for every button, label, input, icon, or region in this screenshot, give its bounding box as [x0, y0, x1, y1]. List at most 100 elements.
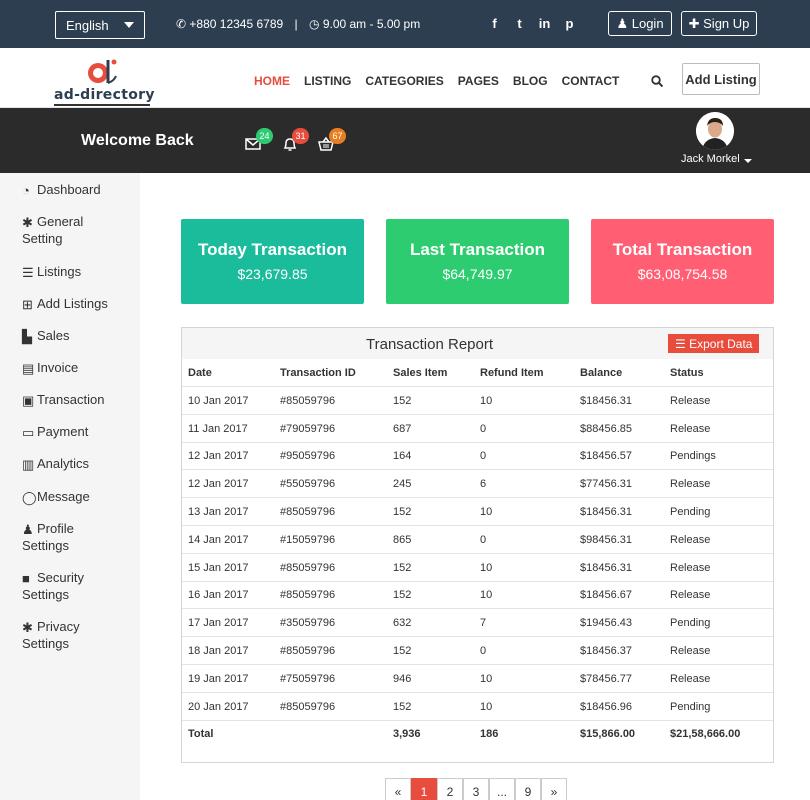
table-row: 12 Jan 2017 #55059796 245 6 $77456.31 Release: [182, 470, 773, 499]
sidebar-item-listings[interactable]: ☰ Listings: [22, 263, 81, 280]
sidebar-item-label: Add Listings: [37, 296, 108, 311]
sidebar-item-message[interactable]: ◯Message: [22, 488, 90, 505]
table-row: 16 Jan 2017 #85059796 152 10 $18456.67 Releas…: [182, 581, 773, 610]
table-cell: 3,936: [393, 728, 421, 741]
table-cell: 152: [393, 645, 412, 657]
table-cell: $21,58,666.00: [670, 728, 741, 741]
table-cell: 12 Jan 2017: [188, 478, 249, 491]
table-cell: 152: [393, 589, 412, 602]
language-select[interactable]: English: [55, 11, 145, 39]
sidebar-item-dashboard[interactable]: ◔ Dashboard: [22, 181, 101, 198]
pagination-page-2[interactable]: 2: [437, 778, 463, 800]
table-row: 14 Jan 2017 #15059796 865 0 $98456.31 Release: [182, 526, 773, 554]
sidebar-item-label-line2: Settings: [22, 587, 69, 602]
nav-pages[interactable]: PAGES: [458, 74, 499, 88]
logo-text[interactable]: ad-directory: [54, 87, 155, 103]
sidebar-item-label: Listings: [37, 264, 82, 279]
export-data-button[interactable]: ☰ Export Data: [668, 334, 759, 353]
table-header-row: Date Transaction ID Sales Item Refund Item B…: [182, 359, 773, 387]
nav-listing[interactable]: LISTING: [304, 74, 351, 88]
table-cell: #15059796: [280, 533, 336, 546]
sidebar-item-general-setting[interactable]: ✱ General Setting: [22, 213, 83, 247]
total-transaction-card: Total Transaction $63,08,754.58: [591, 219, 774, 304]
table-row: 13 Jan 2017 #85059796 152 10 $18456.31 Pendin…: [182, 498, 773, 526]
table-cell: Pending: [670, 617, 711, 630]
user-icon: ♟: [616, 16, 629, 31]
table-row: 20 Jan 2017 #85059796 152 10 $18456.96 Pendin…: [182, 693, 773, 721]
sidebar-item-label: Security: [37, 570, 84, 585]
list-icon: ☰: [22, 265, 34, 280]
logo-icon[interactable]: [84, 56, 124, 86]
pagination-page-3[interactable]: 3: [463, 778, 489, 800]
user-name[interactable]: Jack Morkel: [681, 153, 740, 165]
table-cell: 632: [393, 617, 412, 630]
logo-underline: [54, 104, 150, 106]
login-button[interactable]: ♟ Login: [608, 11, 672, 36]
table-cell: $88456.85: [580, 422, 632, 435]
nav-categories[interactable]: CATEGORIES: [365, 74, 443, 88]
caret-down-icon[interactable]: [744, 159, 752, 163]
phone-number: +880 12345 6789: [189, 17, 284, 31]
table-cell: $18456.31: [580, 506, 632, 518]
nav-contact[interactable]: CONTACT: [562, 74, 620, 88]
add-listing-button[interactable]: Add Listing: [682, 63, 760, 95]
sidebar-item-sales[interactable]: ▙ Sales: [22, 327, 70, 344]
separator: |: [294, 17, 298, 31]
table-cell: 0: [480, 422, 487, 435]
sidebar-item-profile-settings[interactable]: ♟ Profile Settings: [22, 520, 74, 554]
user-avatar[interactable]: [696, 112, 734, 150]
table-cell: 0: [480, 450, 487, 463]
nav-home[interactable]: HOME: [254, 74, 290, 88]
plus-icon: ✚: [688, 16, 700, 31]
table-cell: Release: [670, 533, 711, 546]
welcome-title: Welcome Back: [81, 132, 194, 149]
table-header-cell: Sales Item: [393, 367, 448, 379]
sidebar-item-invoice[interactable]: ▤ Invoice: [22, 359, 78, 376]
pinterest-icon[interactable]: p: [557, 16, 582, 31]
card-title: Total Transaction: [612, 240, 753, 259]
table-cell: Total: [188, 728, 214, 741]
sidebar-item-privacy-settings[interactable]: ✱ Privacy Settings: [22, 618, 80, 652]
today-transaction-card: Today Transaction $23,679.85: [181, 219, 364, 304]
card-title: Last Transaction: [409, 240, 546, 259]
table-cell: 10: [480, 589, 493, 602]
money-icon: ▣: [22, 393, 35, 408]
table-cell: #85059796: [280, 645, 336, 657]
office-hours: 9.00 am - 5.00 pm: [322, 17, 421, 31]
language-value: English: [66, 18, 109, 33]
contact-info: ✆ +880 12345 6789 | ◷ 9.00 am - 5.00 pm: [176, 17, 420, 31]
sidebar-item-payment[interactable]: ▭ Payment: [22, 423, 88, 440]
pagination-page-9[interactable]: 9: [515, 778, 541, 800]
table-cell: #35059796: [280, 617, 336, 630]
twitter-icon[interactable]: t: [507, 16, 532, 31]
table-cell: $78456.77: [580, 672, 632, 685]
sidebar-item-add-listings[interactable]: ⊞ Add Listings: [22, 295, 108, 312]
table-cell: Release: [670, 672, 711, 685]
table-cell: $98456.31: [580, 533, 632, 546]
sidebar-item-label: Invoice: [37, 360, 79, 375]
pagination-page-1[interactable]: 1: [411, 778, 437, 800]
table-cell: 14 Jan 2017: [188, 533, 249, 546]
facebook-icon[interactable]: f: [482, 16, 507, 31]
sidebar-item-transaction[interactable]: ▣ Transaction: [22, 391, 104, 408]
search-icon[interactable]: [651, 75, 663, 87]
table-cell: 11 Jan 2017: [188, 422, 248, 435]
nav-blog[interactable]: BLOG: [513, 74, 548, 88]
signup-button[interactable]: ✚ Sign Up: [681, 11, 757, 36]
table-cell: Release: [670, 561, 711, 574]
cart-badge: 67: [329, 128, 346, 144]
card-value: $23,679.85: [237, 266, 308, 282]
table-cell: 687: [393, 422, 412, 435]
sidebar-item-security-settings[interactable]: ■ Security Settings: [22, 569, 84, 603]
pagination-next[interactable]: »: [541, 778, 567, 800]
table-row: 18 Jan 2017 #85059796 152 0 $18456.37 Release: [182, 637, 773, 665]
linkedin-icon[interactable]: in: [532, 16, 557, 31]
sidebar-item-analytics[interactable]: ▥ Analytics: [22, 455, 89, 472]
notifications-badge: 31: [292, 128, 309, 144]
pagination-ellipsis: ...: [489, 778, 515, 800]
clock-icon: ◷: [308, 17, 320, 31]
messages-badge: 24: [256, 128, 273, 144]
sidebar-item-label-line2: Settings: [22, 636, 69, 651]
pagination-prev[interactable]: «: [385, 778, 411, 800]
table-cell: #79059796: [280, 422, 336, 435]
